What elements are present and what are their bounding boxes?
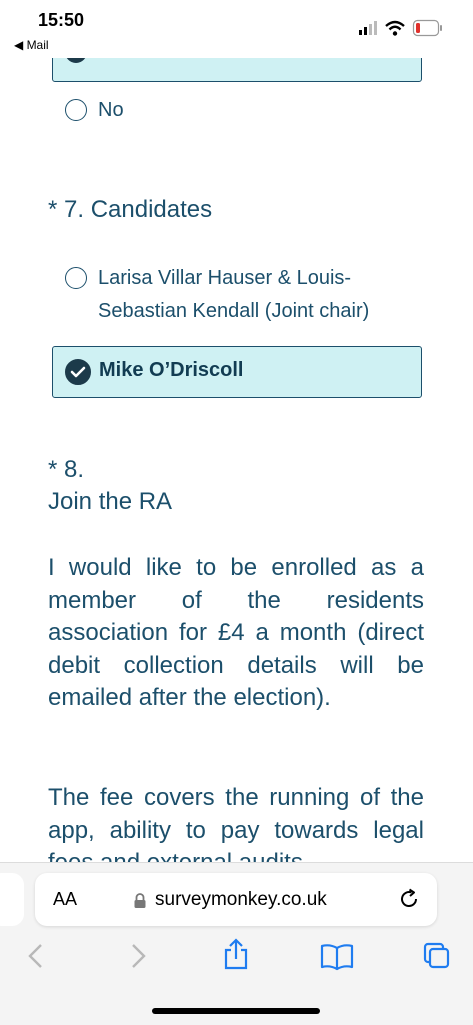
radio-icon[interactable] <box>65 267 87 289</box>
tabs-icon[interactable] <box>422 941 452 976</box>
browser-toolbar: AA surveymonkey.co.uk <box>0 862 473 1025</box>
battery-icon <box>412 19 442 37</box>
forward-arrow-icon[interactable] <box>126 941 150 976</box>
lock-icon <box>133 893 147 914</box>
clock: 15:50 <box>38 10 85 30</box>
reader-aa-button[interactable]: AA <box>53 889 77 910</box>
status-icons <box>359 18 449 43</box>
back-to-mail-link[interactable]: ◀ Mail <box>14 38 49 52</box>
wifi-icon <box>385 20 405 36</box>
share-icon[interactable] <box>222 937 250 976</box>
status-bar: 15:50 ◀ Mail <box>0 0 473 58</box>
url-text: surveymonkey.co.uk <box>155 889 327 910</box>
address-bar[interactable]: AA surveymonkey.co.uk <box>35 873 437 926</box>
option-candidate-1-line1: Larisa Villar Hauser & Louis- <box>98 267 352 289</box>
option-candidate-2-box[interactable]: Mike O’Driscoll <box>52 346 422 398</box>
question-8-number: * 8. <box>48 456 85 483</box>
check-circle-icon[interactable] <box>65 359 91 385</box>
previous-tab-card[interactable] <box>0 873 24 926</box>
question-7-title: * 7. Candidates <box>48 196 213 223</box>
back-arrow-icon[interactable] <box>24 941 48 976</box>
reload-icon[interactable] <box>397 887 421 916</box>
home-indicator <box>152 1008 320 1014</box>
question-8-title: Join the RA <box>48 488 173 515</box>
question-8-paragraph-2: The fee covers the running of the app, a… <box>48 784 424 862</box>
option-candidate-1-line2: Sebastian Kendall (Joint chair) <box>98 300 370 322</box>
signal-icon <box>359 21 377 35</box>
question-8-paragraph-1: I would like to be enrolled as a member … <box>48 554 424 712</box>
bookmarks-icon[interactable] <box>320 943 354 976</box>
option-no-label: No <box>98 99 124 121</box>
radio-icon[interactable] <box>65 99 87 121</box>
option-candidate-2-label: Mike O’Driscoll <box>99 359 244 381</box>
survey-content: Yes No * 7. Candidates Larisa Villar Hau… <box>0 0 473 862</box>
